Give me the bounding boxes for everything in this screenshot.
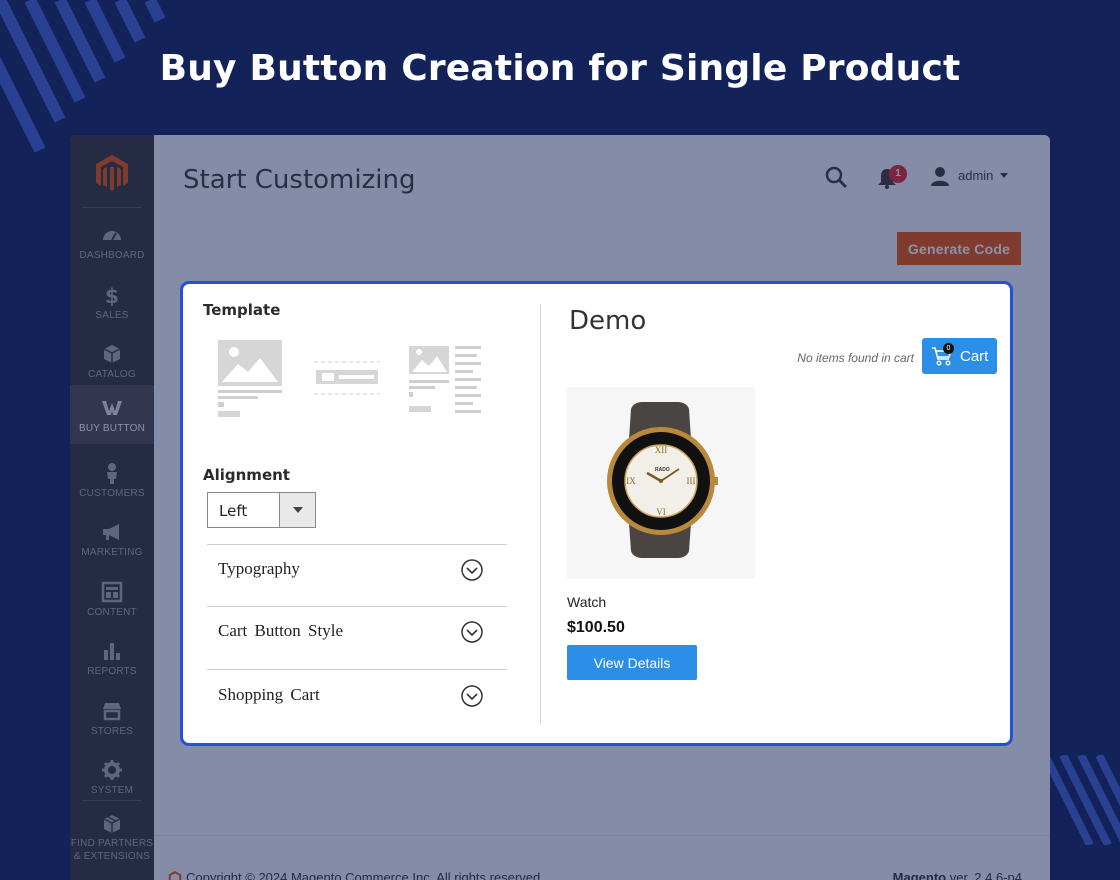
accordion-label: Cart Button Style bbox=[218, 621, 343, 640]
chevron-down-icon[interactable] bbox=[1000, 173, 1008, 179]
gear-icon bbox=[102, 760, 122, 780]
alignment-heading: Alignment bbox=[203, 466, 290, 484]
cart-count-badge: 0 bbox=[943, 343, 954, 354]
sidebar-item-system[interactable]: SYSTEM bbox=[70, 747, 154, 806]
sidebar-item-label: DASHBOARD bbox=[79, 250, 145, 261]
svg-text:$: $ bbox=[105, 284, 119, 306]
cart-button-label: Cart bbox=[960, 348, 989, 365]
sidebar-item-label: CATALOG bbox=[88, 369, 136, 380]
chevron-down-icon bbox=[293, 507, 303, 513]
copyright-text: Copyright © 2024 Magento Commerce Inc. A… bbox=[186, 870, 544, 880]
accordion-label: Shopping Cart bbox=[218, 685, 320, 704]
partners-icon bbox=[103, 815, 121, 833]
svg-text:VI: VI bbox=[656, 507, 666, 517]
dollar-icon: $ bbox=[105, 284, 119, 306]
svg-text:III: III bbox=[687, 476, 696, 486]
svg-text:XII: XII bbox=[655, 445, 668, 455]
sidebar-item-customers[interactable]: CUSTOMERS bbox=[70, 450, 154, 509]
sidebar-item-sales[interactable]: $ SALES bbox=[70, 272, 154, 331]
template-option-image-top[interactable] bbox=[218, 340, 284, 420]
accordion-divider bbox=[207, 669, 507, 670]
sidebar-item-stores[interactable]: STORES bbox=[70, 688, 154, 747]
version-number: ver. 2.4.6-p4 bbox=[946, 870, 1022, 880]
sidebar-item-content[interactable]: CONTENT bbox=[70, 569, 154, 628]
store-icon bbox=[103, 703, 121, 721]
cart-status-text: No items found in cart bbox=[797, 351, 914, 365]
buy-button-icon bbox=[102, 401, 122, 415]
sidebar: DASHBOARD $ SALES CATALOG BUY BUTTON CUS… bbox=[70, 135, 154, 880]
banner-title: Buy Button Creation for Single Product bbox=[159, 48, 961, 89]
accordion-cart-button-style[interactable]: Cart Button Style bbox=[207, 607, 507, 667]
decorative-stripes bbox=[1045, 755, 1120, 845]
sidebar-item-label: CONTENT bbox=[87, 607, 137, 618]
dashboard-icon bbox=[103, 231, 121, 241]
version-text: Magento ver. 2.4.6-p4 bbox=[893, 870, 1022, 880]
template-option-button-only[interactable] bbox=[312, 340, 382, 420]
sidebar-item-label: MARKETING bbox=[81, 547, 143, 558]
view-details-button[interactable]: View Details bbox=[567, 645, 697, 680]
accordion-typography[interactable]: Typography bbox=[207, 545, 507, 605]
magento-logo bbox=[168, 871, 182, 880]
brand-name: Magento bbox=[892, 870, 947, 880]
panel-divider bbox=[540, 304, 541, 724]
sidebar-item-label: & EXTENSIONS bbox=[73, 851, 151, 862]
layout-icon bbox=[101, 581, 123, 603]
sidebar-item-label: CUSTOMERS bbox=[79, 488, 145, 499]
template-option-image-left[interactable] bbox=[409, 340, 483, 420]
sidebar-divider bbox=[82, 207, 142, 208]
sidebar-item-marketing[interactable]: MARKETING bbox=[70, 509, 154, 568]
magento-logo[interactable] bbox=[94, 153, 130, 193]
product-price: $100.50 bbox=[567, 619, 625, 636]
alignment-select-toggle[interactable] bbox=[279, 493, 315, 527]
sidebar-divider bbox=[82, 800, 142, 801]
watch-brand-logo: RADO bbox=[655, 467, 670, 473]
alignment-select-value: Left bbox=[219, 502, 248, 520]
megaphone-icon bbox=[103, 524, 119, 540]
sidebar-item-reports[interactable]: REPORTS bbox=[70, 628, 154, 687]
accordion-shopping-cart[interactable]: Shopping Cart bbox=[207, 671, 507, 731]
chevron-down-circle-icon[interactable] bbox=[461, 559, 483, 581]
demo-heading: Demo bbox=[569, 306, 647, 336]
notification-badge: 1 bbox=[889, 165, 907, 183]
sidebar-item-label: SALES bbox=[95, 310, 129, 321]
accordion-label: Typography bbox=[218, 559, 300, 578]
cart-button[interactable]: 0 Cart bbox=[922, 338, 997, 374]
page-title: Start Customizing bbox=[183, 165, 416, 195]
cube-icon bbox=[103, 345, 121, 363]
sidebar-item-label: FIND PARTNERS bbox=[70, 838, 154, 849]
sidebar-item-label: REPORTS bbox=[87, 666, 137, 677]
watch-image: XII III VI IX RADO bbox=[567, 387, 755, 579]
bar-chart-icon bbox=[104, 643, 120, 660]
sidebar-item-dashboard[interactable]: DASHBOARD bbox=[70, 212, 154, 271]
chevron-down-circle-icon[interactable] bbox=[461, 621, 483, 643]
sidebar-item-label: SYSTEM bbox=[90, 785, 134, 796]
product-name: Watch bbox=[567, 594, 607, 610]
svg-text:IX: IX bbox=[626, 476, 636, 486]
chevron-down-circle-icon[interactable] bbox=[461, 685, 483, 707]
sidebar-item-label: STORES bbox=[90, 726, 134, 737]
user-icon[interactable] bbox=[930, 166, 950, 186]
alignment-select[interactable]: Left bbox=[207, 492, 316, 528]
generate-code-button[interactable]: Generate Code bbox=[897, 232, 1021, 265]
user-menu-name[interactable]: admin bbox=[958, 168, 993, 183]
customization-panel: Template Alignment Left Typography Cart … bbox=[180, 281, 1013, 746]
search-icon[interactable] bbox=[824, 165, 848, 189]
sidebar-item-find-partners[interactable]: FIND PARTNERS & EXTENSIONS bbox=[70, 805, 154, 869]
footer-divider bbox=[154, 835, 1050, 836]
sidebar-item-buy-button[interactable]: BUY BUTTON bbox=[70, 385, 154, 444]
person-icon bbox=[107, 463, 117, 484]
sidebar-item-label: BUY BUTTON bbox=[78, 423, 146, 434]
template-heading: Template bbox=[203, 301, 281, 319]
sidebar-item-catalog[interactable]: CATALOG bbox=[70, 331, 154, 390]
